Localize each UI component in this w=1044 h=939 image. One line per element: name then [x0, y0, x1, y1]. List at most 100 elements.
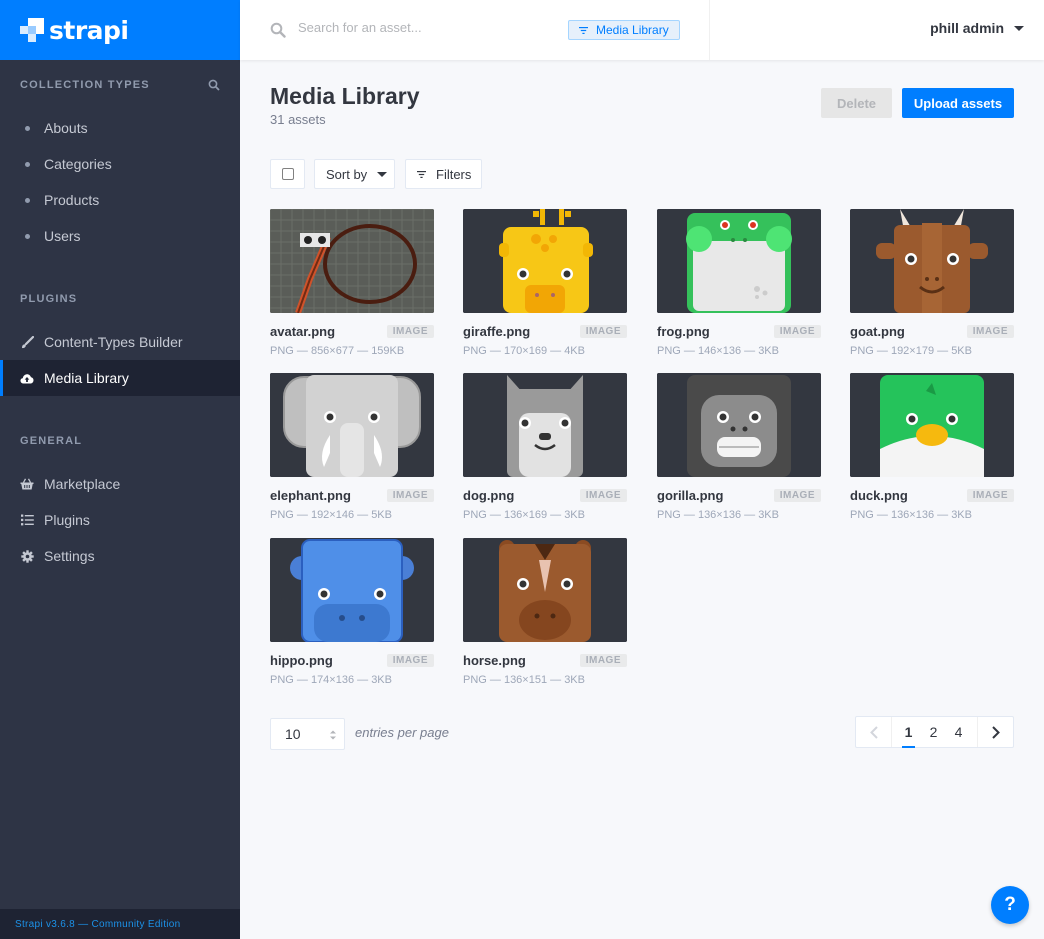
asset-count: 31 assets — [270, 112, 326, 127]
brand-name: strapi — [49, 15, 129, 45]
asset-file-name: elephant.png — [270, 488, 351, 503]
bullet-icon — [25, 125, 30, 131]
delete-button[interactable]: Delete — [821, 88, 892, 118]
asset-card-header: giraffe.png IMAGE — [463, 324, 627, 339]
asset-file-meta: PNG — 136×136 — 3KB — [850, 509, 972, 521]
brand-logo[interactable]: strapi — [0, 0, 240, 60]
asset-file-name: giraffe.png — [463, 324, 531, 339]
asset-thumbnail[interactable] — [657, 209, 821, 313]
asset-file-meta: PNG — 192×146 — 5KB — [270, 509, 392, 521]
asset-thumbnail[interactable] — [463, 538, 627, 642]
asset-type-badge: IMAGE — [386, 654, 434, 667]
per-page-label: entries per page — [355, 725, 449, 740]
list-icon — [20, 513, 34, 527]
sidebar-item-products[interactable]: Products — [0, 182, 240, 218]
asset-card-header: dog.png IMAGE — [463, 488, 627, 503]
user-menu[interactable]: phill admin — [930, 20, 1024, 36]
asset-file-meta: PNG — 170×169 — 4KB — [463, 345, 585, 357]
asset-card[interactable]: avatar.png IMAGE PNG — 856×677 — 159KB — [270, 209, 434, 357]
page-4-link[interactable]: 4 — [946, 724, 971, 740]
version-footer[interactable]: Strapi v3.6.8 — Community Edition — [0, 909, 240, 939]
scope-tag-label: Media Library — [596, 23, 669, 37]
asset-thumbnail[interactable] — [850, 209, 1014, 313]
asset-thumbnail[interactable] — [463, 209, 627, 313]
sidebar-item-label: Settings — [44, 548, 95, 564]
asset-type-badge: IMAGE — [386, 325, 434, 338]
page-title: Media Library — [270, 83, 420, 109]
asset-card[interactable]: frog.png IMAGE PNG — 146×136 — 3KB — [657, 209, 821, 357]
sidebar-item-users[interactable]: Users — [0, 218, 240, 254]
per-page-value: 10 — [285, 726, 301, 742]
asset-file-name: hippo.png — [270, 653, 333, 668]
asset-card[interactable]: goat.png IMAGE PNG — 192×179 — 5KB — [850, 209, 1014, 357]
select-all-checkbox[interactable] — [270, 159, 305, 189]
user-name: phill admin — [930, 20, 1004, 36]
sidebar-item-label: Users — [44, 228, 81, 244]
asset-card[interactable]: horse.png IMAGE PNG — 136×151 — 3KB — [463, 538, 627, 686]
sidebar-item-content-types-builder[interactable]: Content-Types Builder — [0, 324, 240, 360]
page-1-link[interactable]: 1 — [896, 724, 921, 748]
filters-label: Filters — [436, 166, 472, 182]
asset-card[interactable]: hippo.png IMAGE PNG — 174×136 — 3KB — [270, 538, 434, 686]
asset-file-meta: PNG — 856×677 — 159KB — [270, 345, 405, 357]
asset-type-badge: IMAGE — [579, 325, 627, 338]
bullet-icon — [25, 233, 30, 239]
asset-card-header: avatar.png IMAGE — [270, 324, 434, 339]
sidebar-item-abouts[interactable]: Abouts — [0, 110, 240, 146]
search-icon[interactable] — [208, 79, 220, 91]
asset-card-header: hippo.png IMAGE — [270, 653, 434, 668]
asset-card[interactable]: dog.png IMAGE PNG — 136×169 — 3KB — [463, 373, 627, 521]
asset-file-meta: PNG — 146×136 — 3KB — [657, 345, 779, 357]
general-header: General — [0, 416, 240, 466]
asset-file-name: duck.png — [850, 488, 908, 503]
section-title-plugins: Plugins — [20, 293, 78, 305]
topbar-divider — [709, 0, 710, 60]
filter-icon — [417, 170, 426, 178]
section-title-general: General — [20, 435, 83, 447]
asset-thumbnail[interactable] — [270, 538, 434, 642]
sidebar-item-settings[interactable]: Settings — [0, 538, 240, 574]
sidebar-item-label: Content-Types Builder — [44, 334, 183, 350]
next-page-button[interactable] — [977, 717, 1013, 747]
upload-assets-button[interactable]: Upload assets — [902, 88, 1014, 118]
asset-thumbnail[interactable] — [463, 373, 627, 477]
sidebar-item-label: Abouts — [44, 120, 88, 136]
filters-button[interactable]: Filters — [405, 159, 482, 189]
bullet-icon — [25, 197, 30, 203]
asset-thumbnail[interactable] — [657, 373, 821, 477]
asset-type-badge: IMAGE — [773, 325, 821, 338]
chevron-down-icon — [1014, 25, 1024, 31]
sidebar: strapi Collection Types Abouts Categorie… — [0, 0, 240, 939]
asset-thumbnail[interactable] — [270, 373, 434, 477]
sidebar-item-categories[interactable]: Categories — [0, 146, 240, 182]
asset-card-header: elephant.png IMAGE — [270, 488, 434, 503]
sidebar-item-plugins[interactable]: Plugins — [0, 502, 240, 538]
asset-file-name: horse.png — [463, 653, 526, 668]
page-2-link[interactable]: 2 — [921, 724, 946, 740]
section-title-collection-types: Collection Types — [20, 79, 150, 91]
asset-card-header: duck.png IMAGE — [850, 488, 1014, 503]
asset-thumbnail[interactable] — [850, 373, 1014, 477]
cloud-upload-icon — [20, 371, 34, 385]
paint-brush-icon — [20, 335, 34, 349]
search-input[interactable] — [298, 20, 548, 35]
help-button[interactable]: ? — [991, 886, 1029, 924]
sort-by-button[interactable]: Sort by — [314, 159, 395, 189]
previous-page-button[interactable] — [856, 717, 892, 747]
asset-file-meta: PNG — 136×136 — 3KB — [657, 509, 779, 521]
asset-card-header: frog.png IMAGE — [657, 324, 821, 339]
sidebar-item-label: Products — [44, 192, 100, 208]
asset-thumbnail[interactable] — [270, 209, 434, 313]
asset-card[interactable]: elephant.png IMAGE PNG — 192×146 — 5KB — [270, 373, 434, 521]
search-scope-tag[interactable]: Media Library — [568, 20, 680, 40]
asset-card[interactable]: giraffe.png IMAGE PNG — 170×169 — 4KB — [463, 209, 627, 357]
sidebar-item-marketplace[interactable]: Marketplace — [0, 466, 240, 502]
entries-per-page-select[interactable]: 10 — [270, 718, 345, 750]
asset-card[interactable]: duck.png IMAGE PNG — 136×136 — 3KB — [850, 373, 1014, 521]
bullet-icon — [25, 161, 30, 167]
asset-file-name: dog.png — [463, 488, 515, 503]
asset-card[interactable]: gorilla.png IMAGE PNG — 136×136 — 3KB — [657, 373, 821, 521]
sidebar-item-media-library[interactable]: Media Library — [0, 360, 240, 396]
asset-type-badge: IMAGE — [579, 654, 627, 667]
gear-icon — [20, 549, 34, 563]
